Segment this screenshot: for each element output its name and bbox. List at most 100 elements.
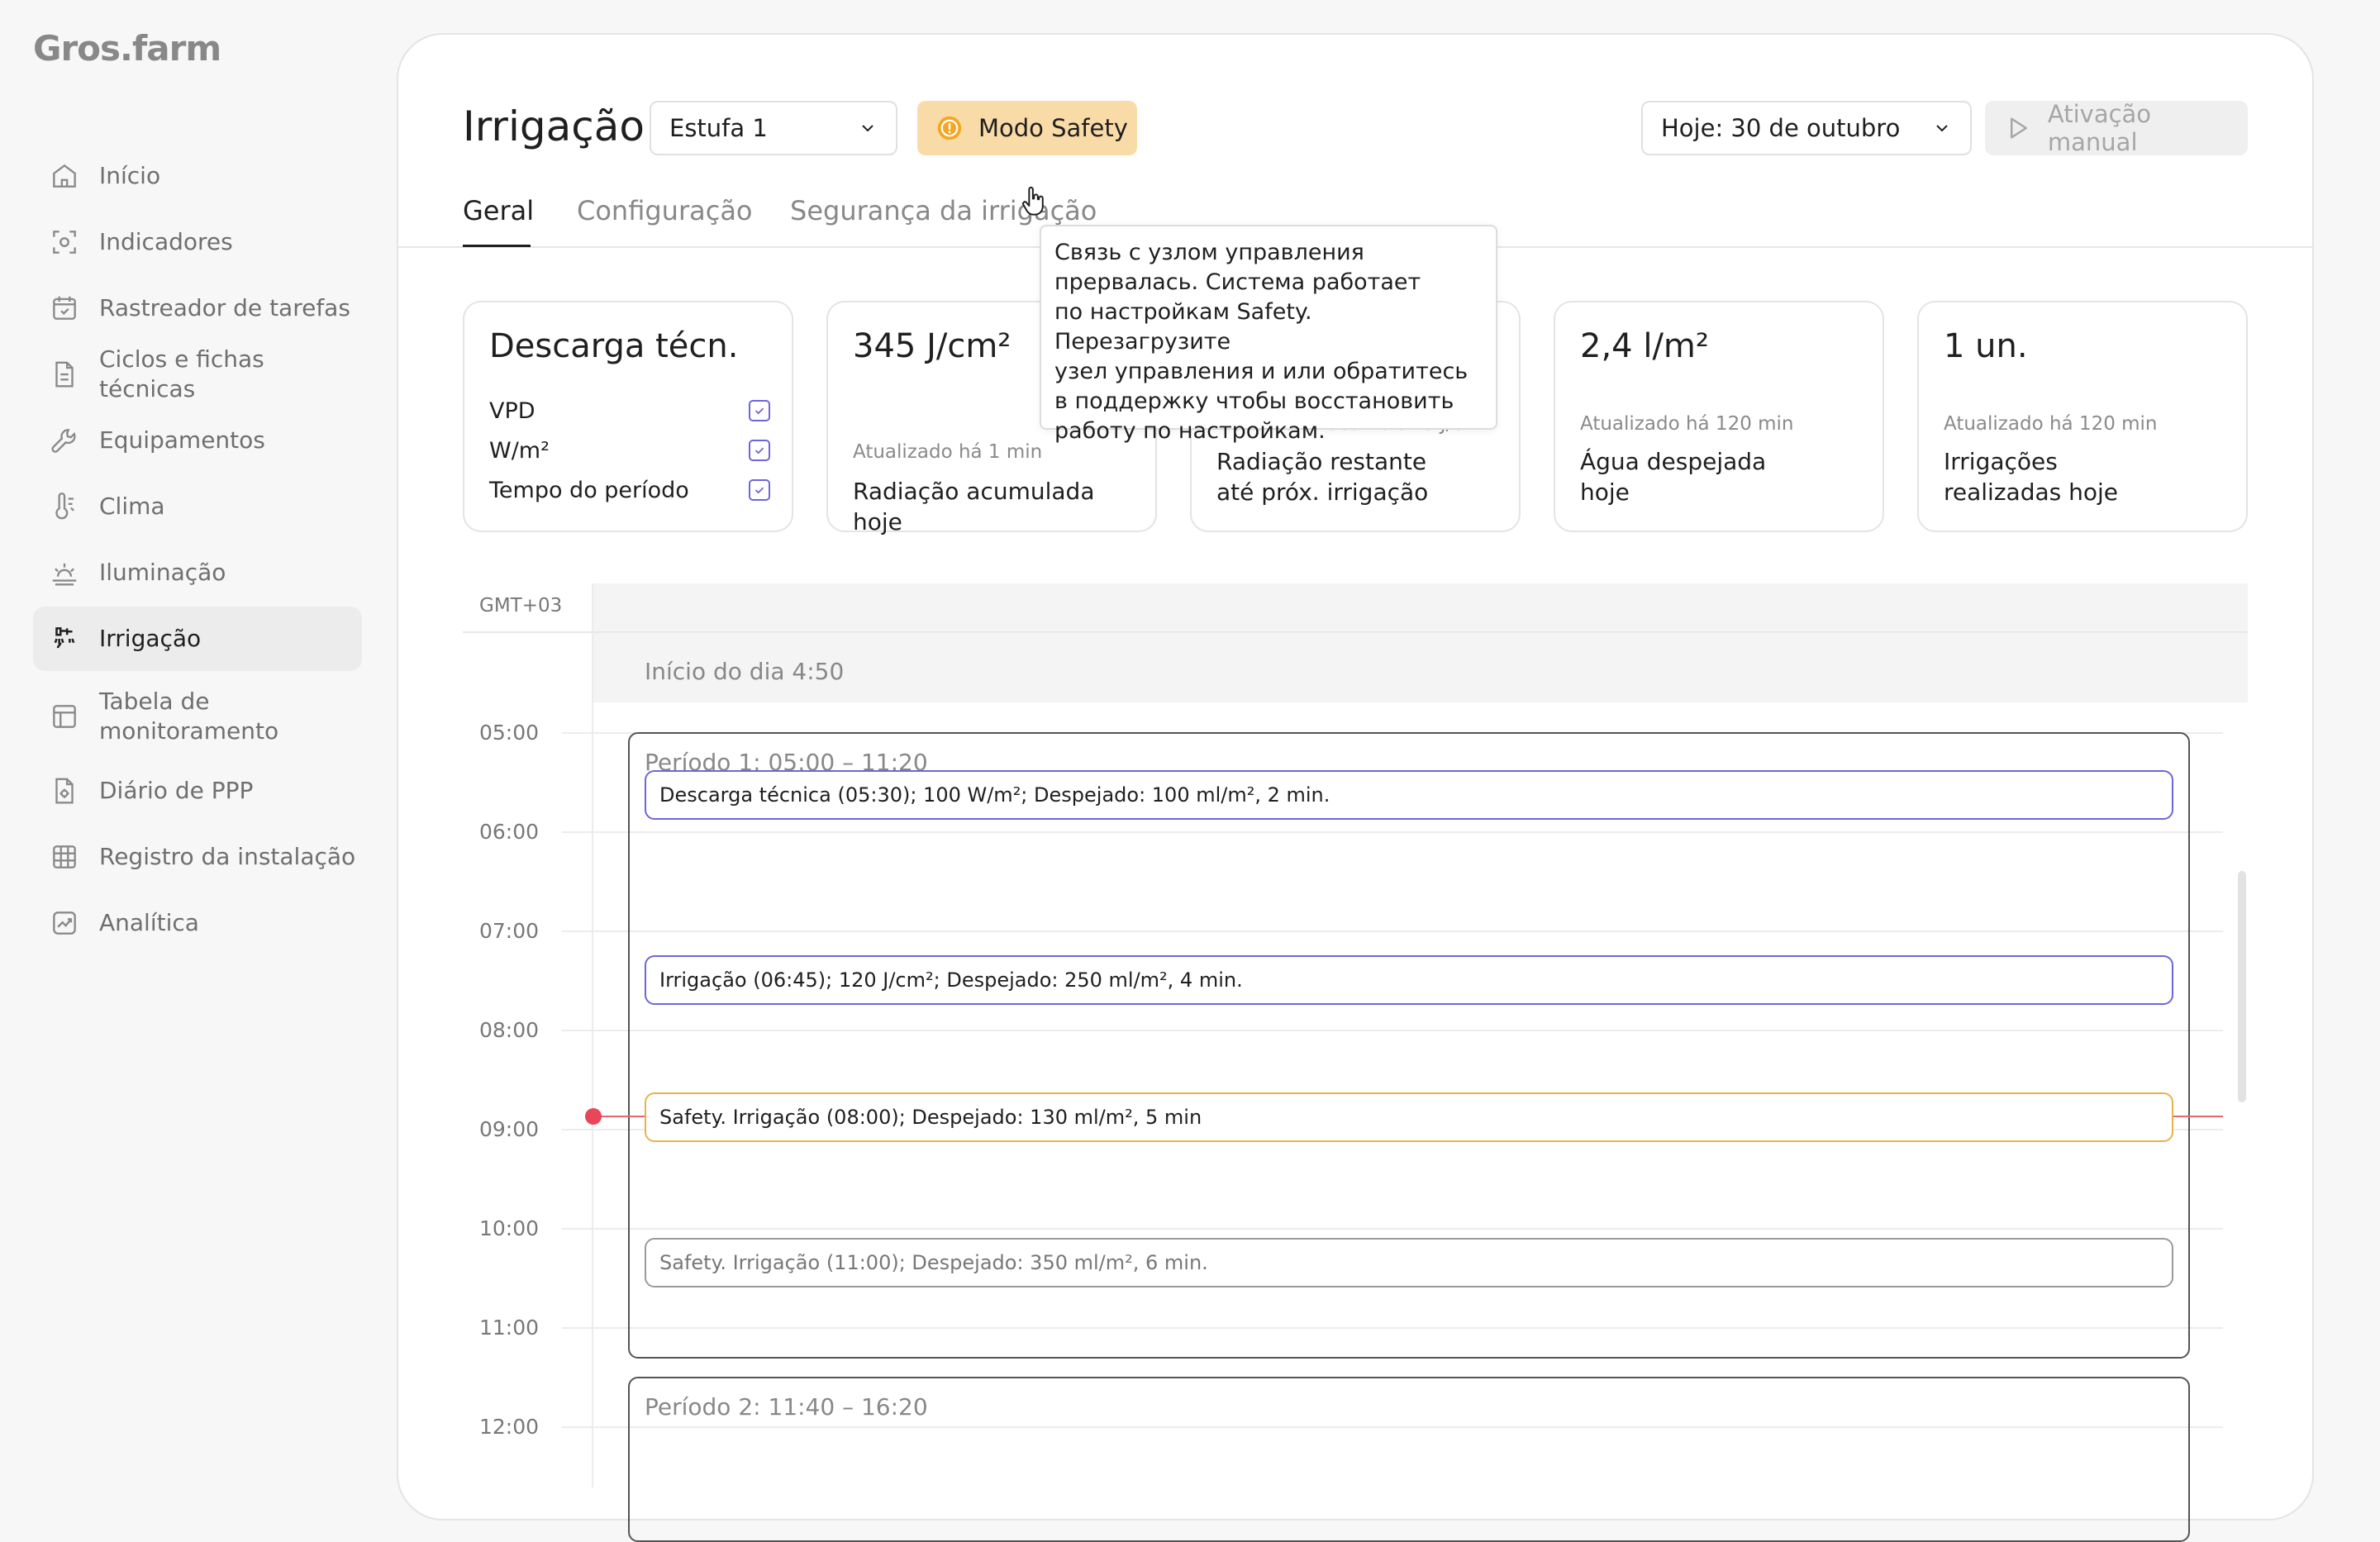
sidebar-item-irrigacao[interactable]: Irrigação	[33, 607, 362, 671]
manual-activation-button[interactable]: Ativação manual	[1985, 100, 2248, 156]
chevron-down-icon	[1936, 125, 1948, 132]
irrigations-updated: Atualizado há 120 min	[1944, 413, 2158, 435]
event-text: Descarga técnica (05:30); 100 W/m²; Desp…	[659, 783, 1330, 807]
date-select-value: Hoje: 30 de outubro	[1661, 114, 1901, 142]
event-text: Safety. Irrigação (08:00); Despejado: 13…	[659, 1106, 1202, 1129]
sidebar-item-diario[interactable]: Diário de PPP	[33, 759, 362, 823]
irrigation-icon	[48, 622, 81, 655]
sidebar-item-analitica[interactable]: Analítica	[33, 891, 362, 955]
tab-configuracao[interactable]: Configuração	[577, 195, 753, 226]
home-icon	[48, 159, 81, 193]
app-logo[interactable]: Gros.farm	[33, 28, 221, 69]
option-period-time: Tempo do período	[489, 478, 770, 503]
active-tab-indicator	[463, 245, 531, 247]
period-title: Período 2: 11:40 – 16:20	[645, 1393, 928, 1421]
sidebar-item-inicio[interactable]: Início	[33, 144, 362, 208]
page-title: Irrigação	[463, 102, 645, 150]
irrigation-event[interactable]: Descarga técnica (05:30); 100 W/m²; Desp…	[645, 770, 2173, 820]
timezone-label: GMT+03	[479, 595, 563, 616]
water-desc: Água despejada hoje	[1580, 446, 1861, 507]
discharge-title: Descarga técn.	[489, 327, 739, 365]
sidebar-item-rastreador[interactable]: Rastreador de tarefas	[33, 276, 362, 340]
thermometer-icon	[48, 490, 81, 523]
chart-icon	[48, 907, 81, 940]
file-gear-icon	[48, 774, 81, 807]
sidebar-item-iluminacao[interactable]: Iluminação	[33, 540, 362, 605]
tab-geral[interactable]: Geral	[463, 195, 534, 226]
current-time-dot	[585, 1108, 602, 1125]
sidebar-item-label: Equipamentos	[99, 426, 265, 454]
tooltip-line: узел управления и или обратитесь	[1054, 359, 1468, 384]
safety-mode-button[interactable]: Modo Safety	[917, 101, 1137, 155]
period-time-checkbox[interactable]	[749, 479, 770, 501]
table-icon	[48, 700, 81, 733]
discharge-card: Descarga técn. VPD W/m² Tempo do período	[463, 301, 793, 532]
chevron-down-icon	[862, 125, 873, 132]
water-card: 2,4 l/m² Atualizado há 120 min Água desp…	[1554, 301, 1884, 532]
hand-cursor-icon	[1022, 186, 1044, 216]
sidebar-item-ciclos[interactable]: Ciclos e fichas técnicas	[33, 342, 362, 407]
hour-label: 12:00	[479, 1415, 540, 1439]
hour-label: 05:00	[479, 721, 540, 745]
indicators-icon	[48, 226, 81, 259]
check-icon	[754, 447, 764, 455]
sidebar-item-equipamentos[interactable]: Equipamentos	[33, 408, 362, 473]
irrigation-event[interactable]: Irrigação (06:45); 120 J/cm²; Despejado:…	[645, 955, 2173, 1005]
remaining-desc-line1: Radiação restante	[1216, 448, 1427, 475]
timeline-scrollbar[interactable]	[2238, 871, 2246, 1102]
event-text: Irrigação (06:45); 120 J/cm²; Despejado:…	[659, 969, 1243, 992]
sidebar-item-label: Rastreador de tarefas	[99, 294, 350, 321]
radiation-desc: Radiação acumulada hoje	[853, 478, 1095, 535]
irrigations-desc-line1: Irrigações	[1944, 448, 2058, 475]
sunrise-icon	[48, 556, 81, 589]
irrigations-value: 1 un.	[1944, 327, 2028, 365]
option-label: W/m²	[489, 438, 550, 464]
safety-irrigation-event[interactable]: Safety. Irrigação (08:00); Despejado: 13…	[645, 1092, 2173, 1142]
radiation-updated: Atualizado há 1 min	[853, 441, 1043, 463]
water-updated: Atualizado há 120 min	[1580, 413, 1794, 435]
sidebar-item-label: Registro da instalação	[99, 843, 356, 870]
vpd-checkbox[interactable]	[749, 400, 770, 421]
sidebar-item-registro[interactable]: Registro da instalação	[33, 825, 362, 889]
sidebar-item-label: Indicadores	[99, 228, 233, 255]
timeline-header	[593, 583, 2248, 631]
sidebar-item-indicadores[interactable]: Indicadores	[33, 210, 362, 274]
sidebar-item-label: Diário de PPP	[99, 777, 254, 804]
water-value: 2,4 l/m²	[1580, 327, 1709, 365]
tooltip-line: в поддержку чтобы восстановить	[1054, 388, 1454, 414]
option-label: Tempo do período	[489, 478, 689, 503]
tooltip-line: по настройкам Safety. Перезагрузите	[1054, 299, 1312, 355]
greenhouse-select-value: Estufa 1	[669, 114, 768, 142]
option-wm2: W/m²	[489, 438, 770, 464]
wm2-checkbox[interactable]	[749, 440, 770, 461]
time-axis	[592, 583, 593, 1487]
sidebar-item-tabela[interactable]: Tabela de monitoramento	[33, 683, 362, 750]
calendar-check-icon	[48, 292, 81, 325]
sidebar-item-label: Ciclos e fichas técnicas	[99, 345, 264, 402]
planned-safety-irrigation-event[interactable]: Safety. Irrigação (11:00); Despejado: 35…	[645, 1238, 2173, 1287]
sidebar-item-label: Analítica	[99, 909, 199, 936]
safety-tooltip: Связь с узлом управления прервалась. Сис…	[1040, 225, 1497, 444]
irrigations-desc-line2: realizadas hoje	[1944, 478, 2118, 506]
manual-activation-label: Ativação manual	[2047, 100, 2152, 156]
sidebar-item-label: Iluminação	[99, 559, 226, 586]
option-vpd: VPD	[489, 398, 770, 424]
irrigations-desc: Irrigações realizadas hoje	[1944, 446, 2225, 507]
tooltip-line: работу по настройкам.	[1054, 418, 1326, 444]
tab-seguranca-irrigacao[interactable]: Segurança da irrigação	[790, 195, 1097, 226]
sidebar-item-clima[interactable]: Clima	[33, 474, 362, 539]
hour-label: 10:00	[479, 1216, 540, 1240]
date-select[interactable]: Hoje: 30 de outubro	[1641, 101, 1972, 155]
hour-label: 07:00	[479, 919, 540, 943]
water-desc-line2: hoje	[1580, 478, 1630, 506]
sidebar-item-label: Início	[99, 162, 161, 189]
sidebar-item-label: Irrigação	[99, 625, 202, 652]
sidebar-item-label: Clima	[99, 493, 165, 520]
greenhouse-select[interactable]: Estufa 1	[650, 101, 897, 155]
document-icon	[48, 358, 81, 391]
grid-icon	[48, 840, 81, 873]
check-icon	[754, 407, 764, 415]
remaining-desc-line2: até próx. irrigação	[1216, 478, 1429, 506]
play-icon	[2010, 117, 2027, 139]
event-text: Safety. Irrigação (11:00); Despejado: 35…	[659, 1251, 1208, 1274]
